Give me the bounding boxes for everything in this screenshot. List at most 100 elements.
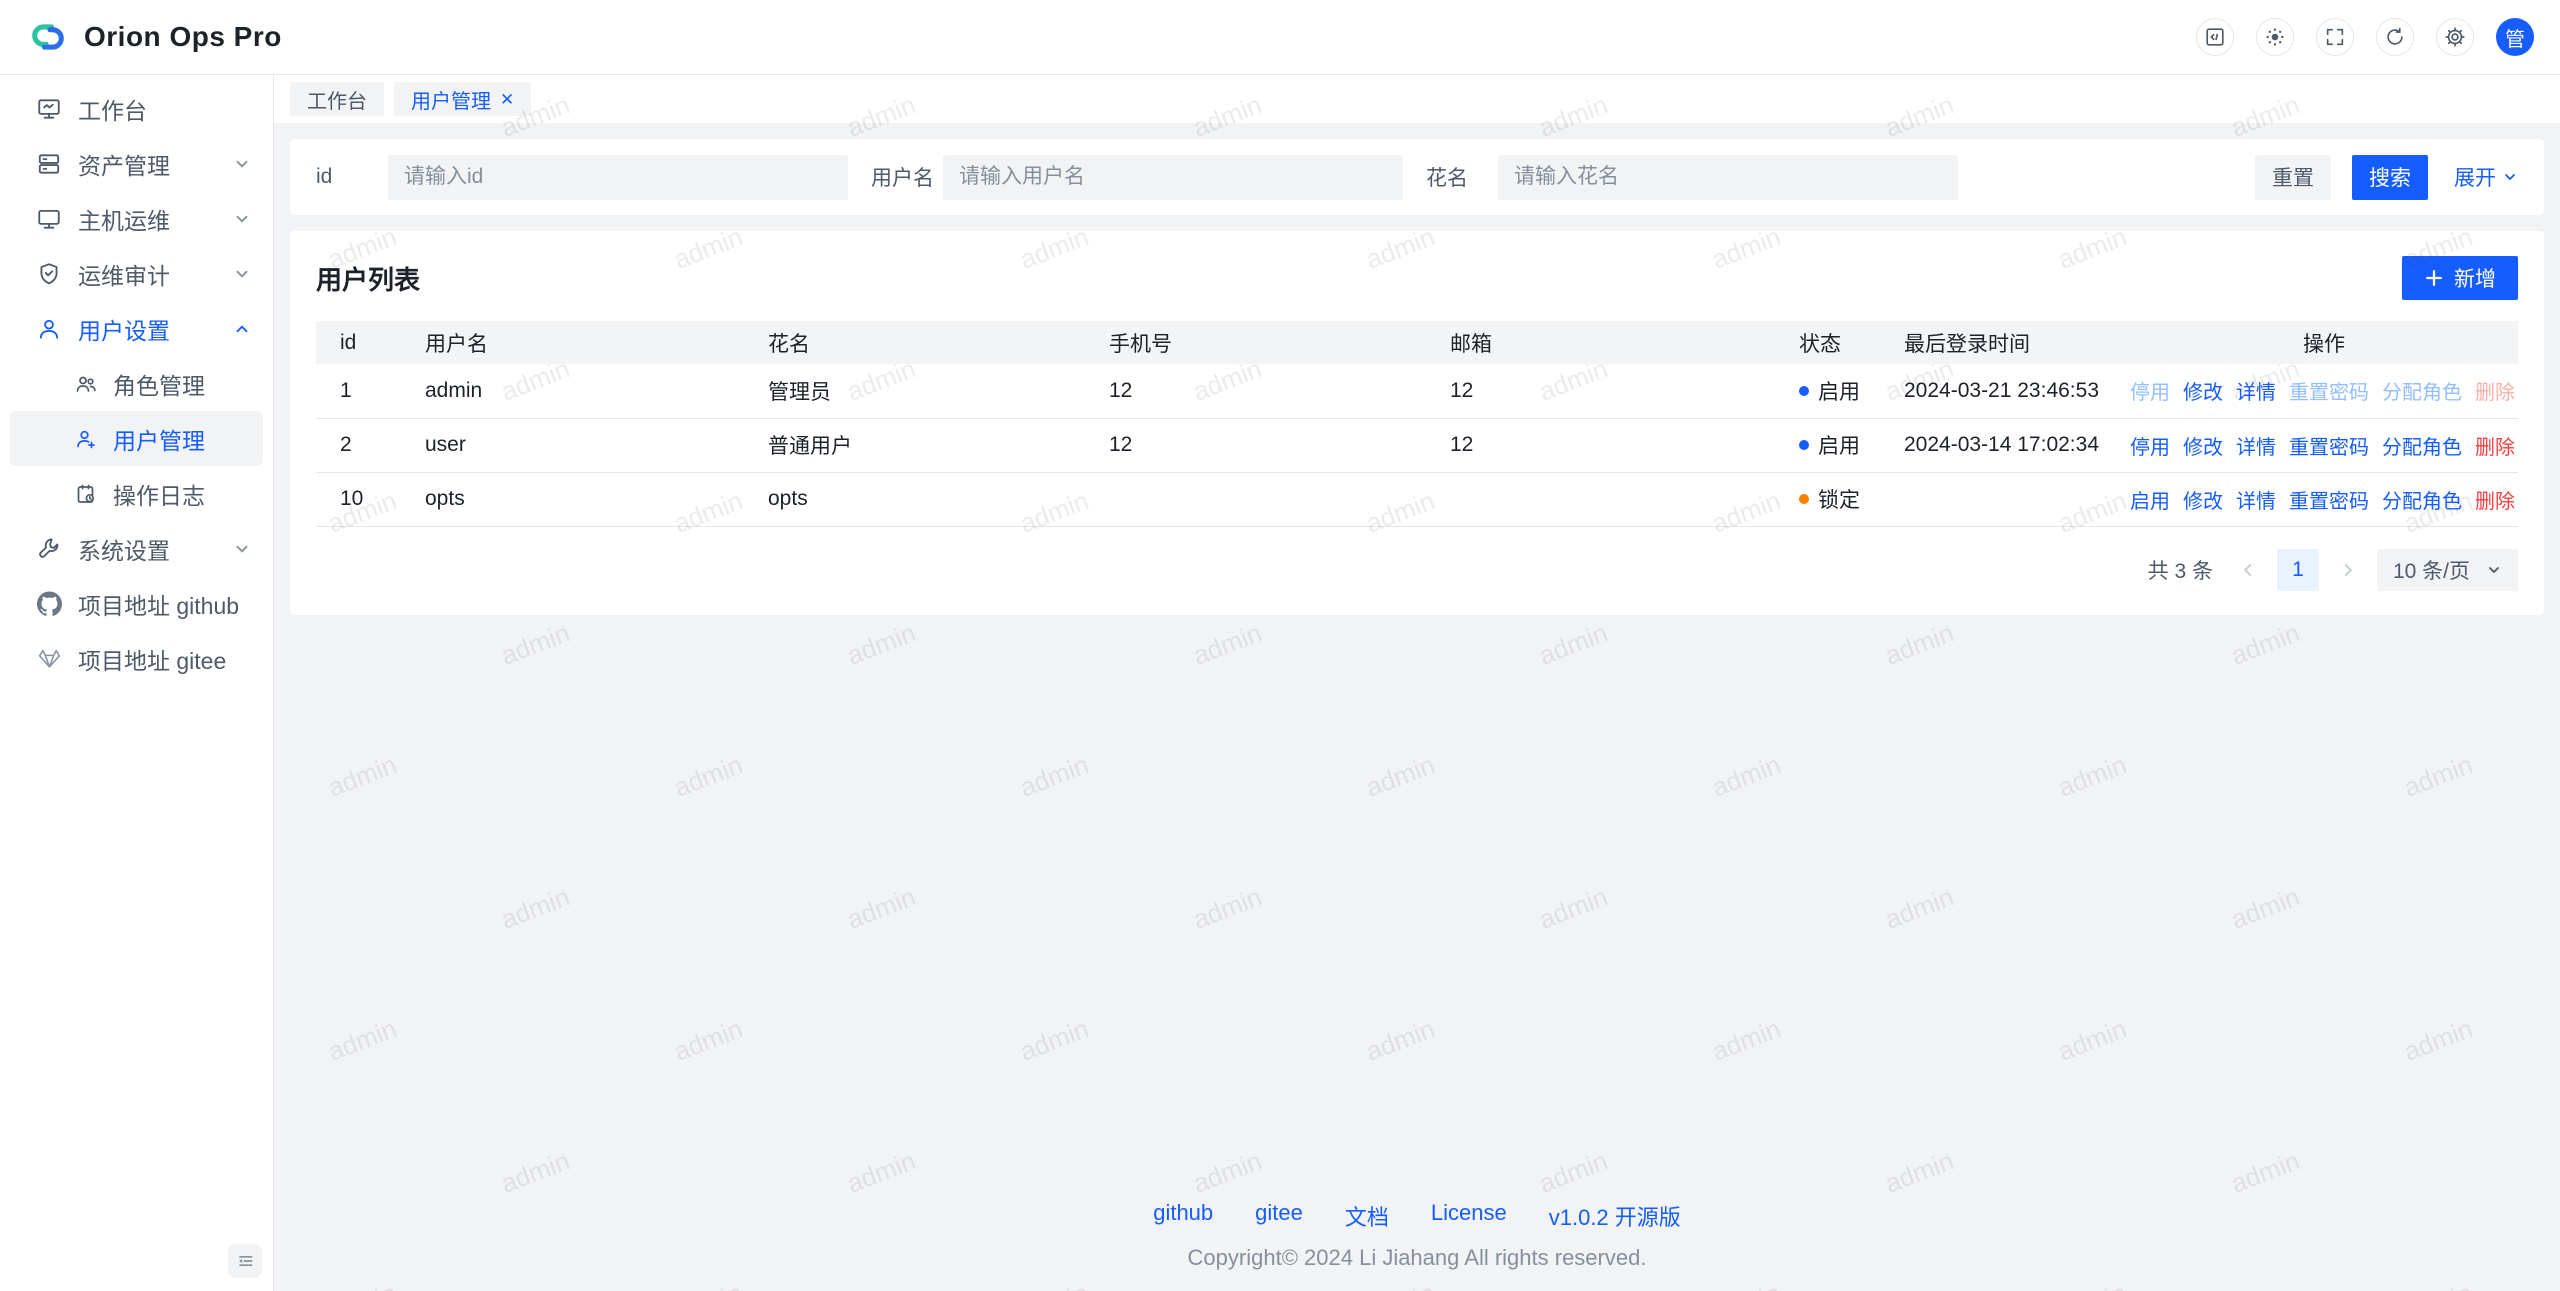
cell-id: 2 <box>316 418 401 472</box>
cell-nickname: 管理员 <box>744 364 1085 418</box>
brightness-icon <box>2264 26 2286 48</box>
delete-link[interactable]: 删除 <box>2475 485 2515 514</box>
sidebar-item-system-settings[interactable]: 系统设置 <box>0 521 273 576</box>
menu-fold-icon <box>235 1251 255 1271</box>
field-label: 用户名 <box>871 162 943 192</box>
reset-button[interactable]: 重置 <box>2255 155 2331 200</box>
chevron-down-icon <box>233 265 251 283</box>
cell-username: opts <box>401 472 744 526</box>
tab-user-management[interactable]: 用户管理 ✕ <box>394 82 531 116</box>
fullscreen-button[interactable] <box>2316 18 2354 56</box>
code-preview-button[interactable] <box>2196 18 2234 56</box>
delete-link[interactable]: 删除 <box>2475 431 2515 460</box>
user-add-icon <box>73 426 99 452</box>
footer-link-github[interactable]: github <box>1153 1200 1213 1232</box>
field-label: id <box>316 165 388 189</box>
footer-link-docs[interactable]: 文档 <box>1345 1200 1389 1232</box>
cell-last-login <box>1880 472 2130 526</box>
cell-actions: 停用 修改 详情 重置密码 分配角色 删除 <box>2130 418 2518 472</box>
table-row: 2 user 普通用户 12 12 启用 2024-03-14 17:02:34 <box>316 418 2518 472</box>
sidebar-item-label: 用户设置 <box>78 312 233 346</box>
collapse-sidebar-button[interactable] <box>228 1244 262 1278</box>
footer-link-version[interactable]: v1.0.2 开源版 <box>1549 1200 1681 1232</box>
sidebar: 工作台 资产管理 <box>0 75 274 1291</box>
assign-role-link: 分配角色 <box>2382 376 2462 405</box>
cell-mobile <box>1085 472 1426 526</box>
id-input[interactable] <box>388 155 848 200</box>
footer-link-gitee[interactable]: gitee <box>1255 1200 1303 1232</box>
sidebar-item-user-management[interactable]: 用户管理 <box>10 411 263 466</box>
status-dot <box>1799 440 1809 450</box>
gear-icon <box>2444 26 2466 48</box>
detail-link[interactable]: 详情 <box>2236 376 2276 405</box>
username-input[interactable] <box>943 155 1403 200</box>
cell-mobile: 12 <box>1085 364 1426 418</box>
sidebar-item-ops-audit[interactable]: 运维审计 <box>0 246 273 301</box>
settings-button[interactable] <box>2436 18 2474 56</box>
sidebar-item-host-ops[interactable]: 主机运维 <box>0 191 273 246</box>
page-number-1[interactable]: 1 <box>2277 549 2319 591</box>
column-header-mobile: 手机号 <box>1085 321 1426 364</box>
refresh-button[interactable] <box>2376 18 2414 56</box>
search-card: id 用户名 花名 重置 搜索 展开 <box>290 139 2544 215</box>
column-header-actions: 操作 <box>2130 321 2518 364</box>
reset-password-link[interactable]: 重置密码 <box>2289 485 2369 514</box>
disable-link[interactable]: 停用 <box>2130 431 2170 460</box>
header-actions: 管 <box>2196 18 2534 56</box>
page-size-value: 10 条/页 <box>2393 555 2470 585</box>
close-icon[interactable]: ✕ <box>500 91 514 108</box>
status-text: 启用 <box>1818 376 1860 406</box>
tab-label: 用户管理 <box>411 85 491 114</box>
avatar[interactable]: 管 <box>2496 18 2534 56</box>
page-tabbar: 工作台 用户管理 ✕ <box>274 75 2560 123</box>
column-header-email: 邮箱 <box>1426 321 1775 364</box>
column-header-username: 用户名 <box>401 321 744 364</box>
prev-page-button[interactable] <box>2233 549 2263 591</box>
sidebar-item-user-settings[interactable]: 用户设置 <box>0 301 273 356</box>
detail-link[interactable]: 详情 <box>2236 431 2276 460</box>
sidebar-item-label: 操作日志 <box>113 477 251 511</box>
chevron-up-icon <box>233 320 251 338</box>
card-header: 用户列表 新增 <box>316 255 2518 301</box>
edit-link[interactable]: 修改 <box>2183 431 2223 460</box>
sidebar-item-workbench[interactable]: 工作台 <box>0 81 273 136</box>
add-user-label: 新增 <box>2454 263 2496 293</box>
cell-nickname: 普通用户 <box>744 418 1085 472</box>
cell-email: 12 <box>1426 418 1775 472</box>
search-button[interactable]: 搜索 <box>2352 155 2428 200</box>
sidebar-item-label: 用户管理 <box>113 422 241 456</box>
sidebar-item-assets[interactable]: 资产管理 <box>0 136 273 191</box>
add-user-button[interactable]: 新增 <box>2402 256 2518 300</box>
expand-toggle[interactable]: 展开 <box>2454 162 2518 192</box>
footer-link-license[interactable]: License <box>1431 1200 1507 1232</box>
disable-link: 停用 <box>2130 376 2170 405</box>
sidebar-item-operation-log[interactable]: 操作日志 <box>0 466 273 521</box>
tab-workbench[interactable]: 工作台 <box>290 82 384 116</box>
chevron-down-icon <box>233 540 251 558</box>
cell-last-login: 2024-03-14 17:02:34 <box>1880 418 2130 472</box>
fullscreen-icon <box>2324 26 2346 48</box>
sidebar-item-gitee-link[interactable]: 项目地址 gitee <box>0 631 273 686</box>
nickname-input[interactable] <box>1498 155 1958 200</box>
code-preview-icon <box>2204 26 2226 48</box>
column-header-status: 状态 <box>1775 321 1880 364</box>
assign-role-link[interactable]: 分配角色 <box>2382 485 2462 514</box>
detail-link[interactable]: 详情 <box>2236 485 2276 514</box>
table-row: 10 opts opts 锁定 <box>316 472 2518 526</box>
brightness-button[interactable] <box>2256 18 2294 56</box>
enable-link[interactable]: 启用 <box>2130 485 2170 514</box>
copyright-text: Copyright© 2024 Li Jiahang All rights re… <box>290 1245 2544 1271</box>
pagination: 共 3 条 1 10 条/页 <box>316 549 2518 591</box>
sidebar-item-label: 系统设置 <box>78 532 233 566</box>
page-size-select[interactable]: 10 条/页 <box>2377 549 2518 591</box>
avatar-text: 管 <box>2505 23 2525 52</box>
edit-link[interactable]: 修改 <box>2183 376 2223 405</box>
sidebar-item-role-management[interactable]: 角色管理 <box>0 356 273 411</box>
assets-icon <box>36 151 62 177</box>
next-page-button[interactable] <box>2333 549 2363 591</box>
edit-link[interactable]: 修改 <box>2183 485 2223 514</box>
assign-role-link[interactable]: 分配角色 <box>2382 431 2462 460</box>
reset-password-link[interactable]: 重置密码 <box>2289 431 2369 460</box>
sidebar-item-github-link[interactable]: 项目地址 github <box>0 576 273 631</box>
logo: Orion Ops Pro <box>26 15 282 59</box>
